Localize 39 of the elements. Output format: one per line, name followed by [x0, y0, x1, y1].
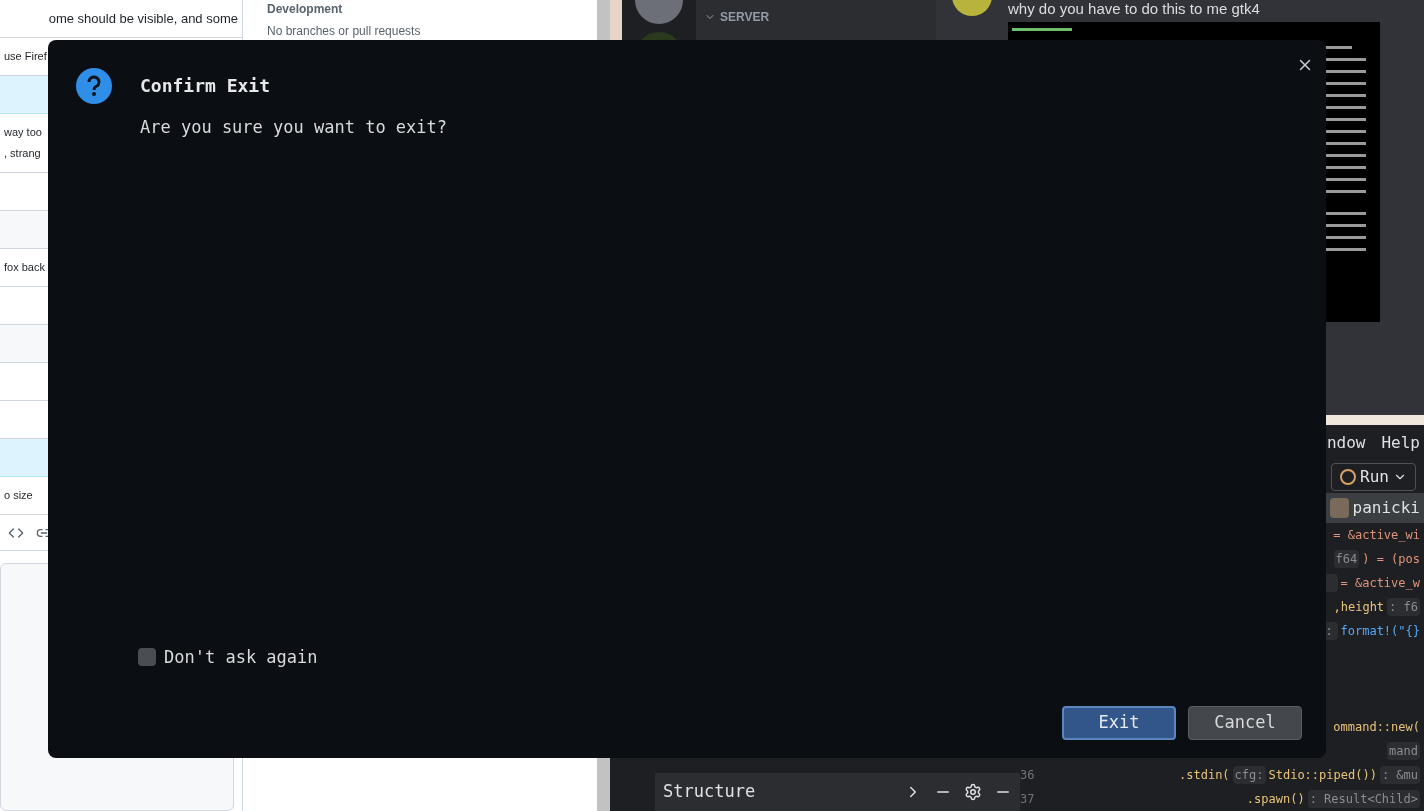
- line-number: 36: [1020, 767, 1036, 784]
- dialog-button[interactable]: Cancel: [1188, 706, 1302, 740]
- code-token: ) = (pos: [1362, 551, 1420, 568]
- sidebar-text: No branches or pull requests: [267, 23, 422, 40]
- menu-item[interactable]: Help: [1381, 431, 1420, 455]
- sidebar-heading: Development: [267, 1, 344, 18]
- code-token: ,height: [1333, 599, 1385, 616]
- dialog-title: Confirm Exit: [140, 74, 272, 98]
- comment-text: o size: [4, 488, 33, 503]
- dialog-message: Are you sure you want to exit?: [140, 116, 449, 139]
- code-token: cfg:: [1232, 766, 1266, 784]
- dont-ask-checkbox[interactable]: Don't ask again: [138, 644, 1326, 670]
- code-token: Stdio::piped()): [1268, 767, 1377, 784]
- code-token: : &mu: [1379, 766, 1420, 784]
- checkbox[interactable]: [138, 648, 156, 667]
- comment-text: fox back: [4, 260, 45, 275]
- comment-text: use Firef: [4, 49, 47, 64]
- code-token: ommand::new(: [1333, 719, 1420, 736]
- dialog-button[interactable]: Exit: [1062, 706, 1176, 740]
- code-token: : f6: [1387, 598, 1420, 616]
- line-number: 37: [1020, 791, 1036, 808]
- comment-text: way too , strang: [4, 125, 42, 161]
- code-token: .stdin(: [1179, 767, 1230, 784]
- code-token: .spawn(): [1246, 791, 1305, 808]
- message-text: why do you have to do this to me gtk4: [1008, 0, 1261, 18]
- code-token: f64: [1333, 550, 1360, 568]
- code-token: mand: [1387, 742, 1420, 760]
- panel-title: Structure: [663, 780, 757, 804]
- category-label[interactable]: SERVER: [720, 8, 770, 26]
- code-token: format!("{}: [1340, 623, 1420, 640]
- comment-text: ome should be visible, and some: [48, 10, 238, 28]
- code-token: = &active_w: [1340, 575, 1420, 592]
- question-icon: [76, 68, 112, 104]
- settings-icon[interactable]: [964, 783, 982, 801]
- code-token: : Result<Child>: [1307, 790, 1420, 808]
- run-button[interactable]: Run: [1331, 463, 1416, 491]
- code-token: = &active_wi: [1333, 527, 1420, 544]
- editor-tab[interactable]: panicki: [1326, 493, 1424, 523]
- menu-item[interactable]: ndow: [1326, 431, 1366, 455]
